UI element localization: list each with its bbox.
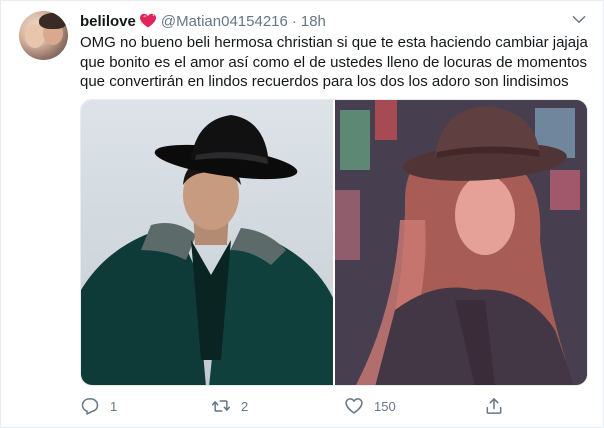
retweet-button[interactable]: 2 bbox=[211, 395, 248, 417]
woman-photo-illustration bbox=[335, 100, 587, 385]
tweet-header: belilove @Matian04154216 · 18h bbox=[80, 12, 326, 30]
tweet-text-line: que convertirán en lindos recuerdos para… bbox=[80, 73, 569, 90]
display-name[interactable]: belilove bbox=[80, 13, 136, 30]
chevron-down-icon[interactable] bbox=[569, 11, 589, 27]
avatar[interactable] bbox=[19, 11, 68, 60]
sparkling-heart-icon bbox=[139, 13, 157, 29]
man-photo-illustration bbox=[81, 115, 333, 385]
reply-icon bbox=[81, 398, 99, 415]
media-photo-left[interactable] bbox=[81, 100, 333, 385]
tweet-text-line: que bonito es el amor así como el de ust… bbox=[80, 53, 587, 71]
retweet-count: 2 bbox=[241, 398, 249, 414]
tweet-media bbox=[80, 99, 588, 386]
like-count: 150 bbox=[374, 398, 396, 414]
tweet-actions: 1 2 150 bbox=[80, 395, 580, 419]
media-photo-right[interactable] bbox=[335, 100, 587, 385]
reply-button[interactable]: 1 bbox=[80, 395, 117, 417]
like-button[interactable]: 150 bbox=[344, 395, 396, 417]
timestamp[interactable]: 18h bbox=[301, 13, 326, 30]
share-icon bbox=[486, 398, 502, 414]
user-handle[interactable]: @Matian04154216 bbox=[161, 13, 288, 30]
avatar-face-1 bbox=[25, 24, 45, 48]
tweet-text-line: OMG no bueno beli hermosa christian si q… bbox=[80, 34, 588, 51]
heart-icon bbox=[345, 398, 363, 414]
tweet-card[interactable]: belilove @Matian04154216 · 18h OMG no bu… bbox=[0, 0, 604, 428]
separator-dot: · bbox=[291, 12, 297, 30]
avatar-hair bbox=[39, 13, 67, 29]
share-button[interactable] bbox=[484, 395, 504, 417]
reply-count: 1 bbox=[110, 398, 118, 414]
retweet-icon bbox=[211, 400, 231, 412]
tweet-text: OMG no bueno beli hermosa christian si q… bbox=[80, 33, 590, 92]
